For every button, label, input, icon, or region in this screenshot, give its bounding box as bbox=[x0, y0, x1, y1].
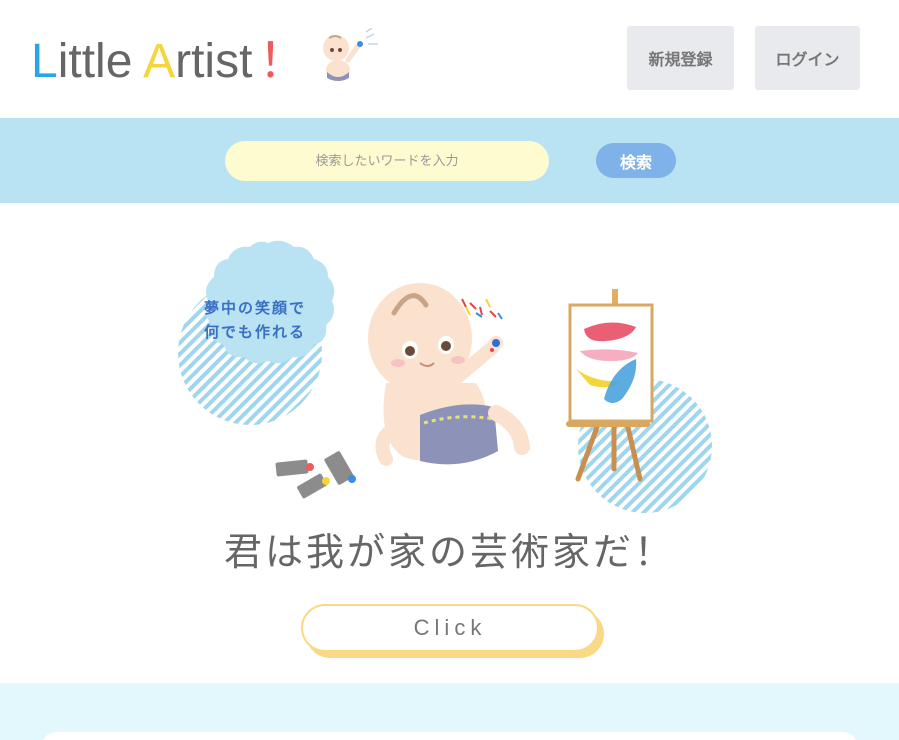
content-section bbox=[0, 683, 899, 740]
logo-text-1: ittle bbox=[57, 35, 144, 88]
logo-text-2: rtist bbox=[175, 35, 253, 88]
register-button[interactable]: 新規登録 bbox=[627, 26, 734, 90]
logo-exclaim: ！ bbox=[258, 35, 307, 88]
site-header: Little Artist！ 新規登録 ログイン bbox=[0, 0, 899, 118]
search-button[interactable]: 検索 bbox=[596, 143, 676, 178]
logo-letter-a: A bbox=[143, 35, 176, 88]
hero-bubble-text: 夢中の笑顔で 何でも作れる bbox=[200, 296, 310, 344]
site-logo[interactable]: Little Artist！ bbox=[31, 34, 306, 90]
search-input[interactable] bbox=[225, 141, 549, 181]
hero-illustration bbox=[178, 240, 712, 513]
hero-headline: 君は我が家の芸術家だ！ bbox=[223, 530, 675, 574]
hero-section: 夢中の笑顔で 何でも作れる 君は我が家の芸術家だ！ Click bbox=[0, 203, 899, 683]
baby-logo-icon bbox=[323, 28, 378, 81]
content-card bbox=[42, 732, 857, 740]
cta-wrapper: Click bbox=[301, 604, 606, 659]
click-button[interactable]: Click bbox=[301, 604, 599, 652]
paint-tubes-illustration bbox=[275, 451, 356, 499]
bubble-line-1: 夢中の笑顔で bbox=[203, 299, 306, 317]
login-button[interactable]: ログイン bbox=[755, 26, 860, 90]
logo-letter-l: L bbox=[31, 35, 58, 88]
search-bar: 検索 bbox=[0, 118, 899, 203]
bubble-line-2: 何でも作れる bbox=[203, 323, 306, 341]
baby-painting-illustration bbox=[368, 283, 530, 466]
